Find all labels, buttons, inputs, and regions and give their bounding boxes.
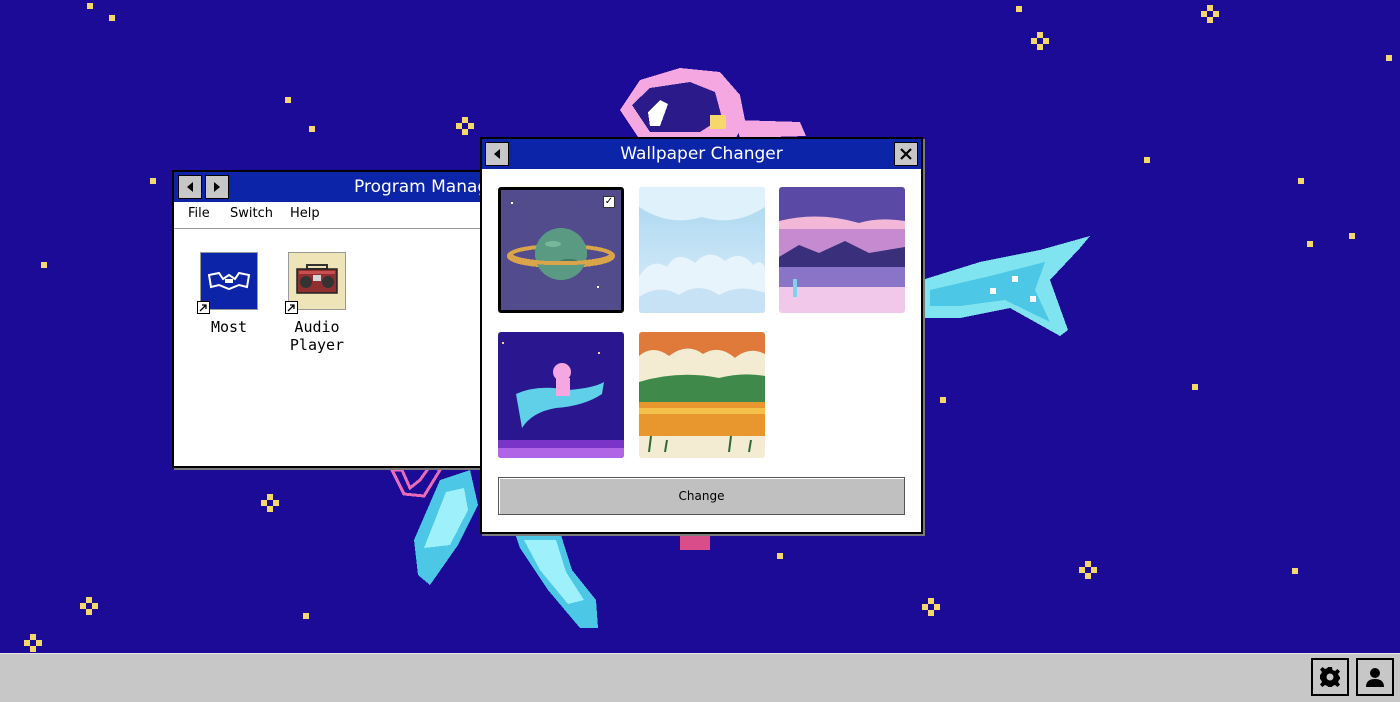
settings-button[interactable] xyxy=(1311,658,1349,696)
app-audio-player[interactable]: Audio Player xyxy=(267,252,367,354)
selected-checkbox-icon: ✓ xyxy=(603,196,615,208)
app-most[interactable]: Most xyxy=(179,252,279,336)
shortcut-arrow-icon xyxy=(197,301,210,314)
taskbar xyxy=(0,653,1400,702)
shortcut-arrow-icon xyxy=(285,301,298,314)
menu-help[interactable]: Help xyxy=(290,206,320,221)
user-button[interactable] xyxy=(1356,658,1394,696)
program-manager-menubar: File Switch Help xyxy=(174,202,490,229)
program-manager-titlebar[interactable]: Program Manager xyxy=(174,172,490,202)
user-icon xyxy=(1366,668,1384,687)
wallpaper-thumb-clouds[interactable] xyxy=(639,187,765,313)
app-audio-player-label: Audio Player xyxy=(289,318,345,354)
gear-icon xyxy=(1320,667,1340,687)
wallpaper-changer-window: Wallpaper Changer ✓ Change xyxy=(480,137,923,534)
boombox-icon xyxy=(285,252,346,314)
change-button[interactable]: Change xyxy=(498,477,905,515)
app-most-label: Most xyxy=(210,318,248,336)
menu-file[interactable]: File xyxy=(188,206,210,221)
arrow-left-icon xyxy=(187,182,193,192)
wallpaper-thumb-purple-lake[interactable] xyxy=(779,187,905,313)
menu-switch[interactable]: Switch xyxy=(230,206,273,221)
wallpaper-thumb-autumn-lake[interactable] xyxy=(639,332,765,458)
arrow-right-icon xyxy=(214,182,220,192)
wallpaper-changer-title: Wallpaper Changer xyxy=(620,144,783,164)
program-manager-window: Program Manager File Switch Help Most Au… xyxy=(172,170,492,468)
close-button[interactable] xyxy=(894,142,918,166)
program-manager-title: Program Manager xyxy=(354,177,492,197)
most-app-icon xyxy=(197,252,258,314)
wallpaper-thumb-astronaut-whale[interactable] xyxy=(498,332,624,458)
forward-button[interactable] xyxy=(205,175,229,199)
wallpaper-thumb-planet[interactable]: ✓ xyxy=(498,187,624,313)
close-icon xyxy=(900,148,912,160)
back-button[interactable] xyxy=(178,175,202,199)
wallpaper-changer-titlebar[interactable]: Wallpaper Changer xyxy=(482,139,921,169)
